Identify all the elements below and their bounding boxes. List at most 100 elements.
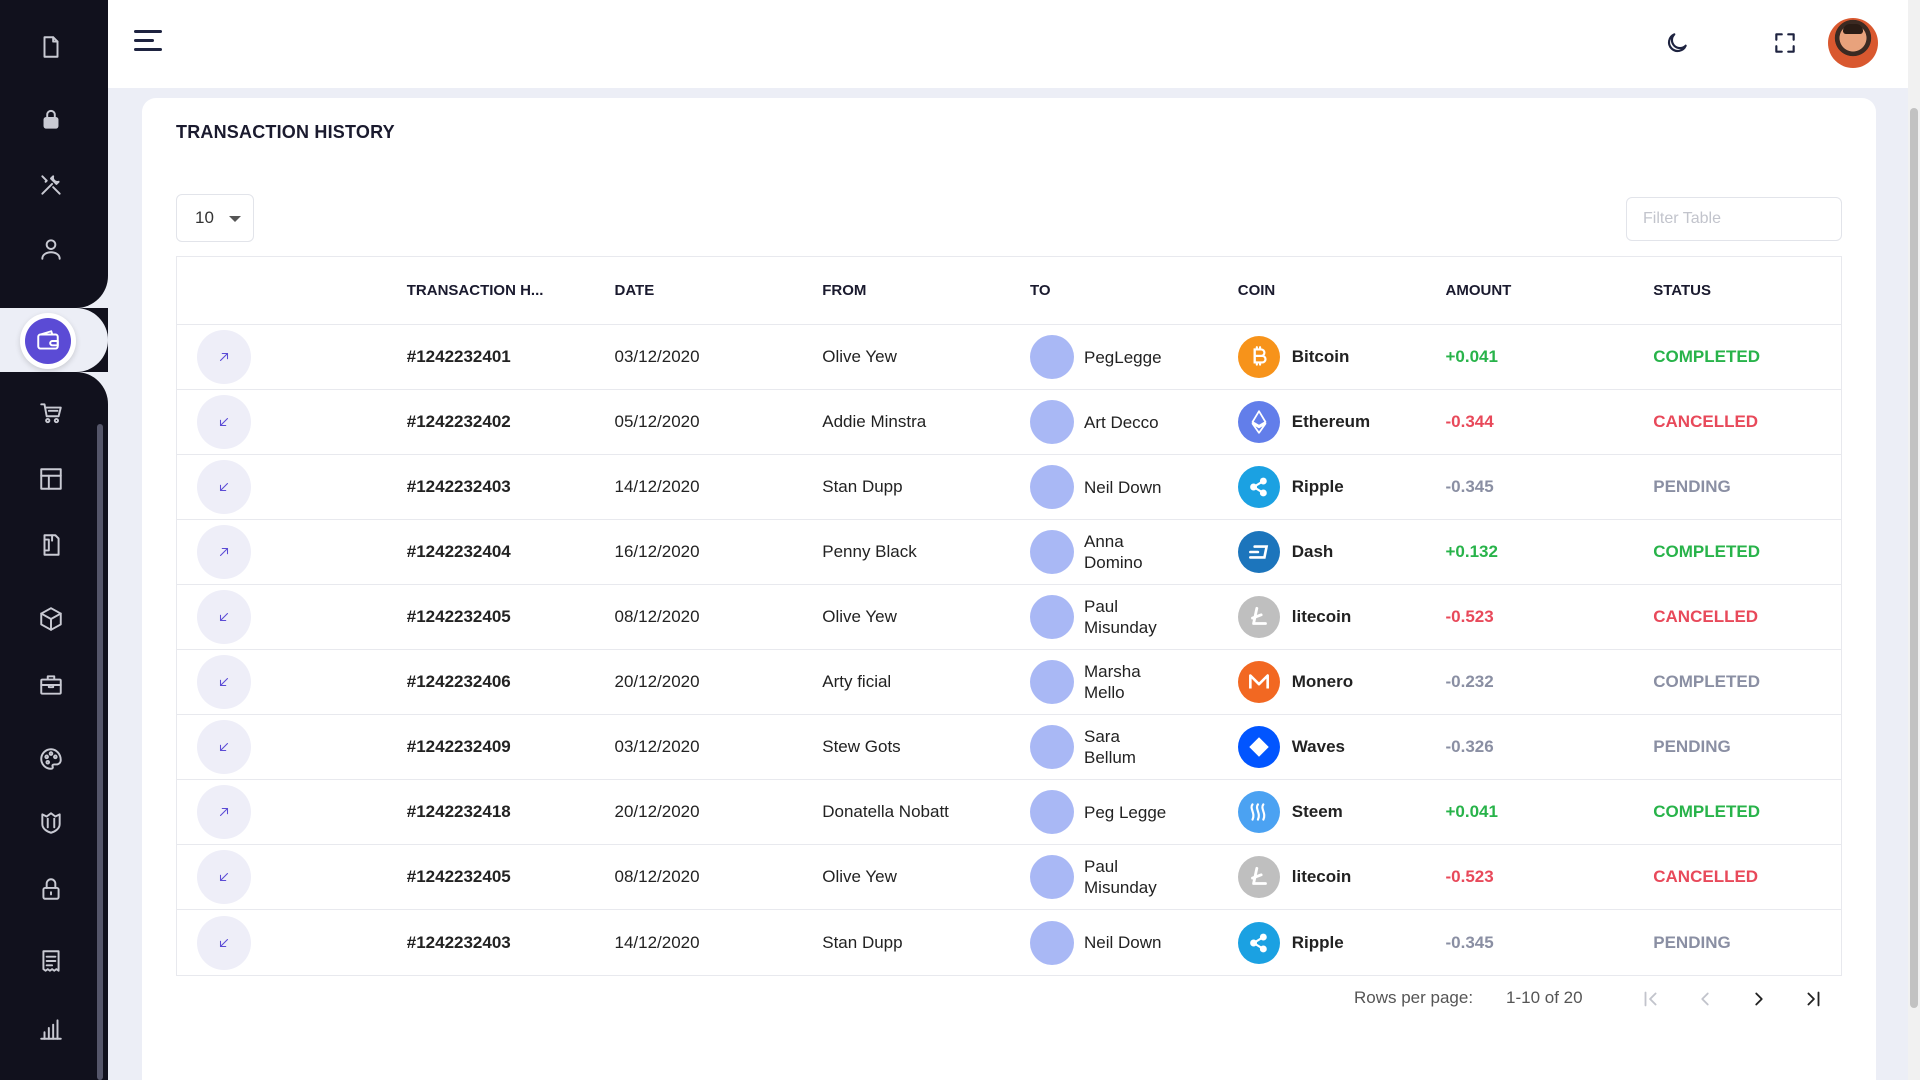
ripple-icon (1237, 466, 1280, 508)
transaction-from: Arty ficial (822, 672, 892, 691)
padlock-icon (42, 878, 60, 900)
rows-per-page-label: Rows per page: (1354, 988, 1474, 1007)
arrow-up-right-icon (219, 352, 229, 362)
avatar[interactable] (1828, 18, 1878, 68)
user-icon (41, 239, 61, 260)
avatar (1030, 400, 1074, 444)
direction-button[interactable] (197, 850, 251, 904)
table-row[interactable]: #1242232404 16/12/2020 Penny Black Anna Dom… (177, 520, 1841, 585)
direction-button[interactable] (197, 590, 251, 644)
sidebar-item-cart[interactable] (34, 396, 68, 430)
transaction-to: Neil Down (1084, 933, 1162, 952)
direction-button[interactable] (197, 915, 251, 970)
sidebar-item-shield[interactable] (34, 806, 68, 840)
sidebar-item-wallet-active (25, 318, 71, 364)
sidebar-item-tools[interactable] (34, 168, 68, 202)
direction-button[interactable] (197, 720, 251, 774)
table-row[interactable]: #1242232418 20/12/2020 Donatella Nobatt Peg… (177, 780, 1841, 845)
column-header-status[interactable]: STATUS (1653, 282, 1841, 299)
transaction-amount: +0.041 (1445, 802, 1498, 821)
sidebar-item-briefcase[interactable] (34, 668, 68, 702)
sidebar-item-book[interactable] (34, 528, 68, 562)
column-header-amount[interactable]: AMOUNT (1446, 282, 1654, 299)
steem-icon (1237, 791, 1280, 833)
status-badge: COMPLETED (1653, 802, 1760, 821)
receipt-icon (42, 950, 60, 972)
table-row[interactable]: #1242232402 05/12/2020 Addie Minstra Art De… (177, 390, 1841, 455)
first-page-icon (1644, 991, 1657, 1007)
page-scrollbar[interactable] (1908, 0, 1920, 1080)
table-row[interactable]: #1242232405 08/12/2020 Olive Yew Paul Misun… (177, 585, 1841, 650)
coin-cell: Waves (1237, 726, 1446, 768)
chevron-left-icon (1701, 992, 1709, 1006)
transaction-to-cell: Anna Domino (1030, 530, 1238, 574)
next-page-button[interactable] (1744, 984, 1774, 1014)
sidebar-item-palette[interactable] (34, 742, 68, 776)
direction-button[interactable] (197, 460, 251, 514)
menu-icon[interactable] (134, 30, 164, 56)
transaction-hash: #1242232403 (406, 477, 511, 496)
column-header-to[interactable]: TO (1030, 282, 1238, 299)
ripple-icon (1237, 921, 1280, 964)
sidebar-item-receipt[interactable] (34, 944, 68, 978)
column-header-from[interactable]: FROM (822, 282, 1030, 299)
coin-cell: Ripple (1237, 921, 1446, 964)
sidebar-item-layout[interactable] (34, 462, 68, 496)
transaction-date: 20/12/2020 (614, 672, 700, 691)
transaction-to-cell: Neil Down (1030, 465, 1238, 509)
first-page-button[interactable] (1636, 984, 1666, 1014)
sidebar-item-documents[interactable] (34, 30, 68, 64)
transaction-from: Donatella Nobatt (822, 802, 949, 821)
transaction-to: Peg Legge (1084, 802, 1167, 822)
direction-button[interactable] (197, 785, 251, 839)
transaction-to: Neil Down (1084, 477, 1162, 497)
sidebar-item-box[interactable] (34, 602, 68, 636)
table-row[interactable]: #1242232406 20/12/2020 Arty ficial Marsha M… (177, 650, 1841, 715)
sidebar-item-chart[interactable] (34, 1012, 68, 1046)
sidebar-scrollbar[interactable] (97, 424, 103, 1080)
arrow-down-left-icon (219, 417, 229, 427)
arrow-up-right-icon (219, 807, 229, 817)
dash-icon (1237, 531, 1280, 573)
dark-mode-button[interactable] (1660, 26, 1694, 60)
transaction-from: Olive Yew (822, 347, 897, 366)
table-row[interactable]: #1242232403 14/12/2020 Stan Dupp Neil Down R… (177, 910, 1841, 975)
column-header-coin[interactable]: COIN (1238, 282, 1446, 299)
table-row[interactable]: #1242232403 14/12/2020 Stan Dupp Neil Down R… (177, 455, 1841, 520)
transaction-hash: #1242232418 (406, 802, 511, 821)
sidebar-item-lock[interactable] (34, 102, 68, 136)
direction-cell (177, 655, 407, 709)
transaction-hash: #1242232406 (406, 672, 511, 691)
column-header-hash[interactable]: TRANSACTION H... (407, 282, 615, 299)
transaction-to: Paul Misunday (1084, 597, 1157, 637)
direction-button[interactable] (197, 330, 251, 384)
transaction-amount: -0.523 (1445, 867, 1494, 886)
cart-icon (40, 403, 62, 424)
pagination-range: 1-10 of 20 (1506, 988, 1583, 1007)
status-badge: CANCELLED (1653, 412, 1759, 431)
table-header: TRANSACTION H... DATE FROM TO COIN AMOUN… (177, 257, 1841, 325)
sidebar-item-wallet[interactable] (20, 313, 76, 369)
direction-button[interactable] (197, 655, 251, 709)
fullscreen-button[interactable] (1768, 26, 1802, 60)
table-row[interactable]: #1242232401 03/12/2020 Olive Yew PegLegge Bi… (177, 325, 1841, 390)
rows-per-page-select[interactable]: 10 (176, 194, 254, 242)
last-page-button[interactable] (1798, 984, 1828, 1014)
transaction-date: 03/12/2020 (614, 347, 700, 366)
table-row[interactable]: #1242232405 08/12/2020 Olive Yew Paul Misun… (177, 845, 1841, 910)
avatar (1030, 660, 1074, 704)
previous-page-button[interactable] (1690, 984, 1720, 1014)
transaction-from: Olive Yew (822, 867, 897, 886)
direction-cell (177, 590, 407, 644)
transaction-amount: -0.345 (1445, 477, 1494, 496)
avatar (1030, 790, 1074, 834)
column-header-date[interactable]: DATE (615, 282, 823, 299)
page-scrollbar-thumb[interactable] (1910, 108, 1918, 1008)
direction-button[interactable] (197, 525, 251, 579)
table-row[interactable]: #1242232409 03/12/2020 Stew Gots Sara Bellu… (177, 715, 1841, 780)
sidebar-item-padlock[interactable] (34, 872, 68, 906)
sidebar-item-user[interactable] (34, 232, 68, 266)
filter-table-input[interactable] (1626, 197, 1842, 241)
direction-button[interactable] (197, 395, 251, 449)
transaction-to-cell: Paul Misunday (1030, 855, 1238, 899)
